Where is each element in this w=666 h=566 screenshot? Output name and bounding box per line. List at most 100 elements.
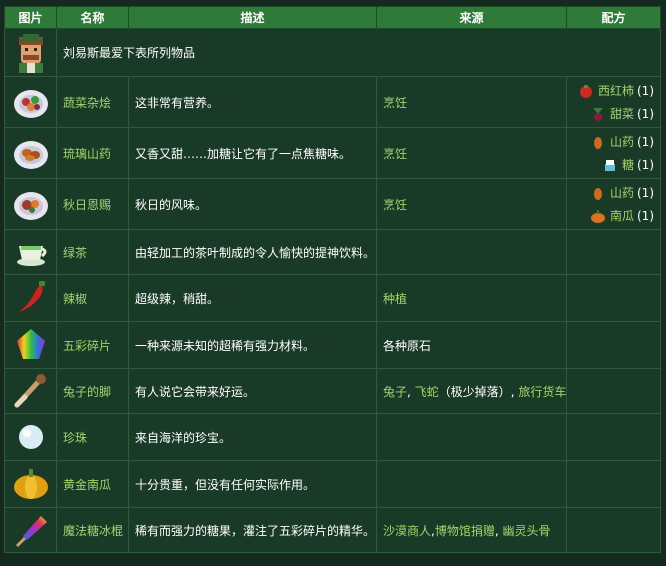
source-link[interactable]: 兔子: [383, 385, 407, 399]
item-image-cell: [4, 178, 57, 230]
item-name[interactable]: 辣椒: [56, 274, 129, 322]
item-name[interactable]: 魔法糖冰棍: [56, 507, 129, 553]
table-row: 魔法糖冰棍 稀有而强力的糖果，灌注了五彩碎片的精华。 沙漠商人,博物馆捐赠, 幽…: [4, 507, 661, 553]
ingredient-qty: (1): [637, 106, 654, 121]
glazed-yams-icon: [13, 141, 48, 169]
intro-text: 刘易斯最爱下表所列物品: [56, 28, 661, 77]
magic-rock-candy-icon: [15, 516, 47, 548]
item-description: 这非常有营养。: [128, 76, 377, 128]
item-description: 十分贵重，但没有任何实际作用。: [128, 460, 377, 508]
table-row: 绿茶 由轻加工的茶叶制成的令人愉快的提神饮料。: [4, 229, 661, 275]
item-description: 稀有而强力的糖果，灌注了五彩碎片的精华。: [128, 507, 377, 553]
item-source: 兔子, 飞蛇（极少掉落）, 旅行货车: [376, 368, 567, 414]
item-name[interactable]: 蔬菜杂烩: [56, 76, 129, 128]
item-name[interactable]: 绿茶: [56, 229, 129, 275]
sugar-icon: [604, 159, 615, 171]
table-row: 辣椒 超级辣，稍甜。 种植: [4, 274, 661, 322]
table-row: 蔬菜杂烩 这非常有营养。 烹饪 西红柿 (1) 甜菜 (1): [4, 76, 661, 128]
table-row: 琉璃山药 又香又甜……加糖让它有了一点焦糖味。 烹饪 山药 (1) 糖 (1): [4, 127, 661, 179]
item-description: 一种来源未知的超稀有强力材料。: [128, 321, 377, 369]
source-link[interactable]: 沙漠商人: [383, 524, 431, 538]
page: 图片 名称 描述 来源 配方 刘易斯最爱下表所列物品 蔬菜杂烩 这非常有营养。 …: [4, 6, 661, 553]
item-image-cell: [4, 127, 57, 179]
intro-row: 刘易斯最爱下表所列物品: [4, 28, 661, 77]
item-name[interactable]: 五彩碎片: [56, 321, 129, 369]
item-description: 有人说它会带来好运。: [128, 368, 377, 414]
ingredient-name[interactable]: 糖: [622, 156, 634, 173]
header-name: 名称: [56, 6, 129, 29]
item-image-cell: [4, 413, 57, 461]
table-row: 五彩碎片 一种来源未知的超稀有强力材料。 各种原石: [4, 321, 661, 369]
loved-gifts-table: 图片 名称 描述 来源 配方 刘易斯最爱下表所列物品 蔬菜杂烩 这非常有营养。 …: [4, 6, 661, 553]
item-recipe: 山药 (1) 南瓜 (1): [566, 178, 661, 230]
item-name[interactable]: 珍珠: [56, 413, 129, 461]
item-description: 来自海洋的珍宝。: [128, 413, 377, 461]
item-source[interactable]: 烹饪: [376, 127, 567, 179]
pumpkin-icon: [590, 209, 605, 223]
beet-icon: [592, 107, 603, 121]
source-link[interactable]: 飞蛇: [415, 385, 439, 399]
source-link[interactable]: 幽灵头骨: [503, 524, 551, 538]
ingredient-qty: (1): [637, 208, 654, 223]
ingredient-qty: (1): [637, 83, 654, 98]
item-description: 秋日的风味。: [128, 178, 377, 230]
source-link[interactable]: 旅行货车: [518, 385, 565, 399]
table-row: 黄金南瓜 十分贵重，但没有任何实际作用。: [4, 460, 661, 508]
hot-pepper-icon: [18, 281, 45, 312]
table-row: 兔子的脚 有人说它会带来好运。 兔子, 飞蛇（极少掉落）, 旅行货车: [4, 368, 661, 414]
header-description: 描述: [128, 6, 377, 29]
header-source: 来源: [376, 6, 567, 29]
item-image-cell: [4, 229, 57, 275]
ingredient-name[interactable]: 西红柿: [598, 82, 634, 99]
item-source[interactable]: 烹饪: [376, 178, 567, 230]
item-image-cell: [4, 274, 57, 322]
item-source: [376, 413, 567, 461]
ingredient-name[interactable]: 山药: [610, 133, 634, 150]
table-row: 秋日恩赐 秋日的风味。 烹饪 山药 (1) 南瓜 (1): [4, 178, 661, 230]
pearl-icon: [18, 425, 43, 449]
item-source[interactable]: 种植: [376, 274, 567, 322]
item-name[interactable]: 兔子的脚: [56, 368, 129, 414]
ingredient-name[interactable]: 甜菜: [610, 105, 634, 122]
item-recipe: 山药 (1) 糖 (1): [566, 127, 661, 179]
item-source: [376, 460, 567, 508]
item-name[interactable]: 秋日恩赐: [56, 178, 129, 230]
item-description: 由轻加工的茶叶制成的令人愉快的提神饮料。: [128, 229, 377, 275]
intro-image-cell: [4, 28, 57, 77]
item-recipe: [566, 368, 661, 414]
autumns-bounty-icon: [13, 192, 48, 220]
yam-icon: [593, 136, 602, 149]
ingredient-qty: (1): [637, 185, 654, 200]
golden-pumpkin-icon: [13, 469, 48, 499]
item-image-cell: [4, 460, 57, 508]
tomato-icon: [579, 84, 592, 98]
item-recipe: [566, 413, 661, 461]
recipe-ingredient: 糖 (1): [573, 154, 654, 176]
item-recipe: [566, 229, 661, 275]
prismatic-shard-icon: [16, 329, 45, 359]
recipe-ingredient: 西红柿 (1): [573, 80, 654, 102]
item-recipe: [566, 274, 661, 322]
table-row: 珍珠 来自海洋的珍宝。: [4, 413, 661, 461]
item-source[interactable]: 烹饪: [376, 76, 567, 128]
green-tea-icon: [16, 246, 46, 266]
item-name[interactable]: 黄金南瓜: [56, 460, 129, 508]
ingredient-qty: (1): [637, 134, 654, 149]
item-recipe: [566, 460, 661, 508]
header-recipe: 配方: [566, 6, 661, 29]
header-image: 图片: [4, 6, 57, 29]
vegetable-medley-icon: [13, 90, 48, 118]
item-name[interactable]: 琉璃山药: [56, 127, 129, 179]
item-source: 各种原石: [376, 321, 567, 369]
ingredient-name[interactable]: 山药: [610, 184, 634, 201]
recipe-ingredient: 南瓜 (1): [573, 205, 654, 227]
recipe-ingredient: 甜菜 (1): [573, 103, 654, 125]
item-recipe: [566, 321, 661, 369]
item-image-cell: [4, 507, 57, 553]
ingredient-name[interactable]: 南瓜: [610, 207, 634, 224]
source-link[interactable]: 博物馆捐赠: [435, 524, 495, 538]
rabbits-foot-icon: [14, 374, 46, 408]
recipe-ingredient: 山药 (1): [573, 182, 654, 204]
item-image-cell: [4, 368, 57, 414]
item-recipe: 西红柿 (1) 甜菜 (1): [566, 76, 661, 128]
